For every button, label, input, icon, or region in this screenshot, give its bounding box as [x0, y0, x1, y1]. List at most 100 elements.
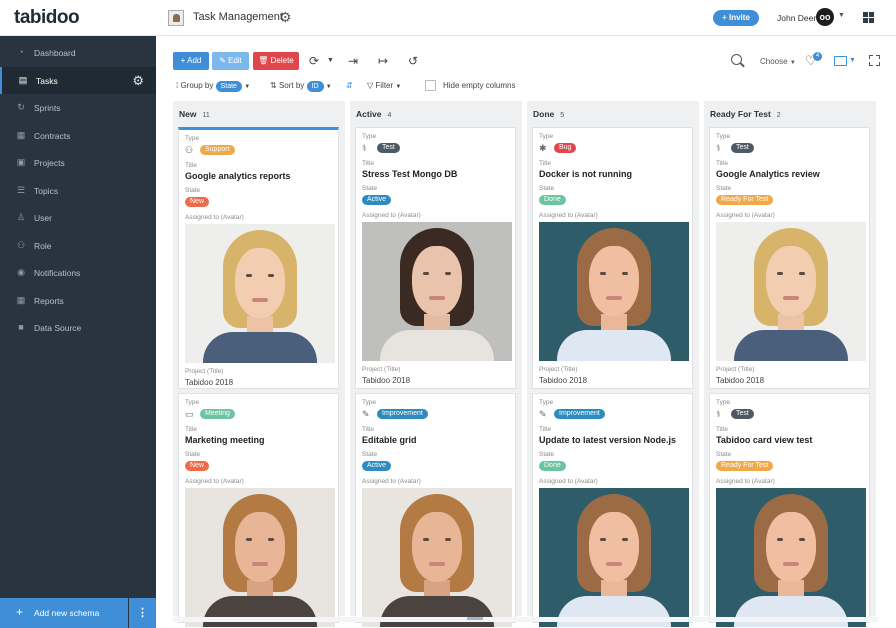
bug-icon: ✱	[539, 143, 547, 153]
sort-direction-icon[interactable]: ⇵	[346, 79, 353, 93]
task-card[interactable]: Type ⚕ Test Title Tabidoo card view test Stat…	[709, 393, 870, 627]
avatar[interactable]: oo	[816, 8, 834, 26]
list-icon: ☰	[16, 185, 26, 195]
search-icon[interactable]	[731, 54, 742, 65]
choose-dropdown[interactable]: Choose ▼	[760, 57, 796, 66]
group-by-control[interactable]: ⁞ Group by State ▼	[176, 79, 250, 94]
sidebar-item-label: Projects	[34, 158, 65, 168]
chevron-down-icon[interactable]: ▼	[838, 12, 845, 19]
filter-control[interactable]: ▽ Filter ▼	[367, 79, 401, 94]
card-title[interactable]: Update to latest version Node.js	[539, 435, 676, 445]
user-icon: ♙	[16, 212, 26, 222]
meeting-icon: ▭	[185, 409, 194, 419]
more-vertical-icon[interactable]: ⋮	[129, 598, 156, 628]
sidebar-item-contracts[interactable]: ▦ Contracts	[0, 122, 156, 149]
assigned-label: Assigned to (Avatar)	[716, 478, 775, 485]
column-title: New	[179, 109, 197, 119]
add-new-schema-button[interactable]: + Add new schema	[0, 598, 128, 628]
delete-button[interactable]: 🗑 Delete	[253, 52, 299, 70]
add-button[interactable]: + Add	[173, 52, 209, 70]
board-column: Ready For Test 2 Type ⚕ Test Title Google Anal…	[704, 101, 876, 627]
type-label: Type	[716, 133, 731, 140]
horizontal-scrollbar[interactable]	[173, 617, 878, 622]
state-label: State	[716, 451, 732, 458]
type-badge: Test	[731, 143, 754, 153]
plus-icon: +	[722, 13, 729, 22]
dashboard-icon: ◔	[18, 47, 24, 57]
chevron-down-icon[interactable]: ▼	[849, 57, 856, 64]
choose-label: Choose	[760, 57, 788, 66]
task-card[interactable]: Type ✎ Improvement Title Update to latest ve…	[532, 393, 693, 627]
sidebar-item-sprints[interactable]: ↻ Sprints	[0, 94, 156, 121]
export-icon[interactable]: ↦	[378, 52, 388, 70]
scrollbar-thumb[interactable]	[467, 617, 483, 620]
delete-label: Delete	[270, 56, 294, 65]
card-title[interactable]: Tabidoo card view test	[716, 435, 812, 445]
refresh-icon[interactable]: ⟳	[309, 52, 319, 70]
state-badge: Active	[362, 461, 392, 471]
card-title[interactable]: Stress Test Mongo DB	[362, 169, 457, 179]
gear-icon[interactable]: ⚙	[132, 73, 144, 89]
sidebar-item-projects[interactable]: ▣ Projects	[0, 149, 156, 176]
state-label: State	[362, 451, 378, 458]
stethoscope-icon: ⚕	[716, 143, 721, 153]
schema-icon	[168, 10, 184, 26]
user-name[interactable]: John Deer	[777, 13, 816, 23]
title-label: Title	[362, 160, 375, 167]
apps-grid-icon[interactable]	[863, 12, 874, 23]
history-icon[interactable]: ↺	[408, 52, 418, 70]
card-title[interactable]: Editable grid	[362, 435, 417, 445]
task-card[interactable]: Type ✱ Bug Title Docker is not running State D…	[532, 127, 693, 389]
hide-empty-columns-checkbox[interactable]	[425, 80, 436, 91]
edit-label: Edit	[228, 56, 242, 65]
board-column: Active 4 Type ⚕ Test Title Stress Test Mongo D…	[350, 101, 522, 627]
sidebar-item-reports[interactable]: ▦ Reports	[0, 287, 156, 314]
chevron-down-icon[interactable]: ▼	[327, 52, 334, 70]
stethoscope-icon: ⚕	[362, 143, 367, 153]
column-header: New 11	[179, 109, 210, 119]
card-title[interactable]: Google Analytics review	[716, 169, 820, 179]
sidebar-item-role[interactable]: ⚇ Role	[0, 232, 156, 259]
task-card[interactable]: Type ⚕ Test Title Stress Test Mongo DB State A…	[355, 127, 516, 389]
sidebar-item-user[interactable]: ♙ User	[0, 204, 156, 231]
card-view-icon[interactable]	[834, 56, 847, 66]
sidebar-item-topics[interactable]: ☰ Topics	[0, 177, 156, 204]
edit-icon: ✎	[539, 409, 547, 419]
tabidoo-logo[interactable]: tabidoo	[14, 7, 80, 29]
state-label: State	[185, 187, 201, 194]
task-card[interactable]: Type ✎ Improvement Title Editable grid State A…	[355, 393, 516, 627]
task-card[interactable]: Type ⚕ Test Title Google Analytics review Sta…	[709, 127, 870, 389]
card-title[interactable]: Google analytics reports	[185, 171, 291, 181]
type-badge: Support	[200, 145, 235, 155]
sort-by-control[interactable]: ⇅ Sort by ID ▼	[270, 79, 332, 94]
sidebar-item-dashboard[interactable]: ◔ Dashboard	[0, 39, 156, 66]
type-label: Type	[185, 135, 200, 142]
type-badge: Bug	[554, 143, 577, 153]
column-count: 11	[202, 112, 210, 119]
sidebar-item-label: Sprints	[34, 103, 61, 113]
gear-icon[interactable]: ⚙	[279, 9, 292, 25]
task-card[interactable]: Type ▭ Meeting Title Marketing meeting State N…	[178, 393, 339, 627]
state-label: State	[539, 185, 555, 192]
card-title[interactable]: Docker is not running	[539, 169, 632, 179]
type-label: Type	[362, 133, 377, 140]
plus-icon: +	[16, 605, 24, 619]
title-label: Title	[185, 162, 198, 169]
fullscreen-icon[interactable]	[869, 55, 880, 66]
type-badge: Test	[377, 143, 400, 153]
sidebar-item-label: Notifications	[34, 268, 81, 278]
state-badge: Ready For Test	[716, 461, 774, 471]
task-card[interactable]: Type ⚇ Support Title Google analytics report…	[178, 127, 339, 389]
import-icon[interactable]: ⇥	[348, 52, 358, 70]
group-by-value: State	[215, 81, 242, 92]
state-badge: Active	[362, 195, 392, 205]
sidebar-item-data-source[interactable]: ■ Data Source	[0, 314, 156, 341]
edit-button[interactable]: ✎ Edit	[212, 52, 249, 70]
card-title[interactable]: Marketing meeting	[185, 435, 265, 445]
title-label: Title	[539, 426, 552, 433]
sidebar-item-notifications[interactable]: ◉ Notifications	[0, 259, 156, 286]
sidebar-item-tasks[interactable]: ▤ Tasks ⚙	[0, 67, 156, 94]
type-label: Type	[185, 399, 200, 406]
invite-button[interactable]: + Invite	[713, 10, 759, 26]
column-title: Done	[533, 109, 555, 119]
